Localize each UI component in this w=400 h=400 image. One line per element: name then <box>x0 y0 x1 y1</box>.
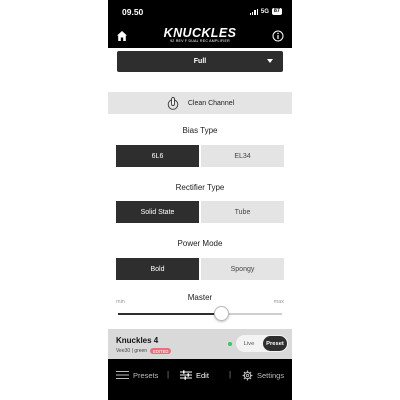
clean-channel-label: Clean Channel <box>187 99 235 107</box>
battery-icon: 87 <box>271 8 282 15</box>
master-max-label: max <box>273 299 284 305</box>
rectifier-option-solid-state[interactable]: Solid State <box>116 201 199 223</box>
knuckles-logo: KNUCKLES 92 REV F DUAL REC AMPLIFIER <box>154 27 246 45</box>
power-option-spongy[interactable]: Spongy <box>201 258 284 280</box>
power-option-bold[interactable]: Bold <box>116 258 199 280</box>
status-time: 09.50 <box>122 7 144 17</box>
current-preset-bar[interactable]: Knuckles 4 Vee30 | green EDITED Live Pre… <box>108 329 292 359</box>
power-mode-selector: Bold Spongy <box>116 258 284 280</box>
bias-option-el34[interactable]: EL34 <box>201 145 284 167</box>
logo-main: KNUCKLES <box>163 26 237 40</box>
phone-screen: 09.50 5G 87 KNUCKLES 92 REV F DUAL REC A… <box>108 0 292 400</box>
gear-icon <box>242 370 253 381</box>
bias-type-title: Bias Type <box>182 126 218 135</box>
app-header: KNUCKLES 92 REV F DUAL REC AMPLIFIER <box>108 24 292 48</box>
master-slider-fill <box>118 313 222 315</box>
master-slider-track[interactable] <box>118 313 282 315</box>
master-title: Master <box>187 293 213 302</box>
live-preset-toggle: Live Preset <box>236 335 288 352</box>
chevron-down-icon <box>267 59 273 63</box>
status-indicators: 5G 87 <box>249 8 282 15</box>
rectifier-option-tube[interactable]: Tube <box>201 201 284 223</box>
nav-separator: | <box>229 370 232 379</box>
home-icon[interactable] <box>116 30 128 42</box>
nav-presets-label: Presets <box>133 370 159 380</box>
toggle-switch-icon <box>167 97 179 110</box>
preset-details: Vee30 | green EDITED <box>116 348 172 354</box>
preset-name: Knuckles 4 <box>116 336 159 345</box>
bias-type-selector: 6L6 EL34 <box>116 145 284 167</box>
preset-dropdown-value: Full <box>193 58 207 65</box>
bottom-nav: Presets | Edit | Settings <box>108 359 292 400</box>
rectifier-type-selector: Solid State Tube <box>116 201 284 223</box>
rectifier-type-title: Rectifier Type <box>175 183 225 192</box>
edited-badge: EDITED <box>150 348 172 354</box>
clean-channel-button[interactable]: Clean Channel <box>108 92 292 114</box>
sliders-icon <box>180 370 192 380</box>
signal-icon <box>249 8 258 15</box>
nav-presets[interactable]: Presets <box>116 370 158 380</box>
master-slider-thumb[interactable] <box>213 306 229 321</box>
master-min-label: min <box>116 299 125 305</box>
preset-dropdown[interactable]: Full <box>117 51 283 72</box>
info-icon[interactable] <box>272 30 284 42</box>
preset-cab-info: Vee30 | green <box>116 348 148 354</box>
nav-settings-label: Settings <box>257 371 285 380</box>
bias-option-6l6[interactable]: 6L6 <box>116 145 199 167</box>
nav-settings[interactable]: Settings <box>242 370 284 381</box>
mode-preset-button[interactable]: Preset <box>263 336 287 351</box>
nav-edit[interactable]: Edit <box>180 370 209 380</box>
nav-edit-label: Edit <box>196 370 209 380</box>
power-mode-title: Power Mode <box>177 239 223 248</box>
live-status-dot <box>228 342 232 346</box>
mode-live-button[interactable]: Live <box>237 336 261 351</box>
list-icon <box>116 371 129 379</box>
network-label: 5G <box>260 8 269 15</box>
nav-separator: | <box>167 370 170 379</box>
status-bar: 09.50 5G 87 <box>108 0 292 24</box>
